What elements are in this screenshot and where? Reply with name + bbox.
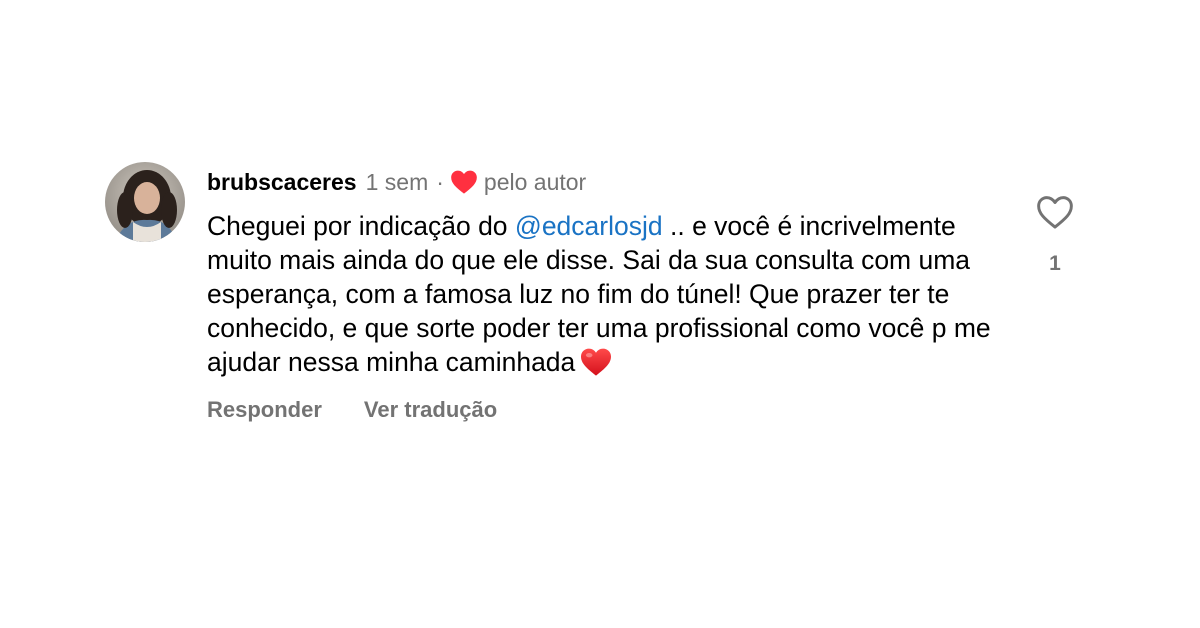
mention-link[interactable]: @edcarlosjd [515, 211, 663, 241]
heart-outline-icon[interactable] [1032, 194, 1078, 230]
comment-meta: brubscaceres 1 sem · pelo autor [207, 164, 1007, 200]
comment-time[interactable]: 1 sem [366, 169, 429, 196]
heart-filled-icon [450, 169, 478, 195]
red-heart-emoji-icon [579, 347, 613, 377]
comment-text: Cheguei por indicação do @edcarlosjd .. … [207, 209, 1007, 379]
avatar[interactable] [105, 162, 185, 242]
like-column: 1 [1032, 194, 1078, 276]
comment: brubscaceres 1 sem · pelo autor Cheguei … [105, 162, 1085, 472]
see-translation-button[interactable]: Ver tradução [364, 397, 497, 423]
liked-by-author-label: pelo autor [483, 168, 587, 195]
comment-actions: Responder Ver tradução [207, 397, 1007, 423]
reply-button[interactable]: Responder [207, 397, 322, 423]
comment-text-start: Cheguei por indicação do [207, 211, 515, 241]
meta-separator: · [436, 168, 444, 195]
like-count[interactable]: 1 [1032, 252, 1078, 276]
comment-content: brubscaceres 1 sem · pelo autor Cheguei … [207, 164, 1007, 423]
username-link[interactable]: brubscaceres [207, 169, 357, 196]
